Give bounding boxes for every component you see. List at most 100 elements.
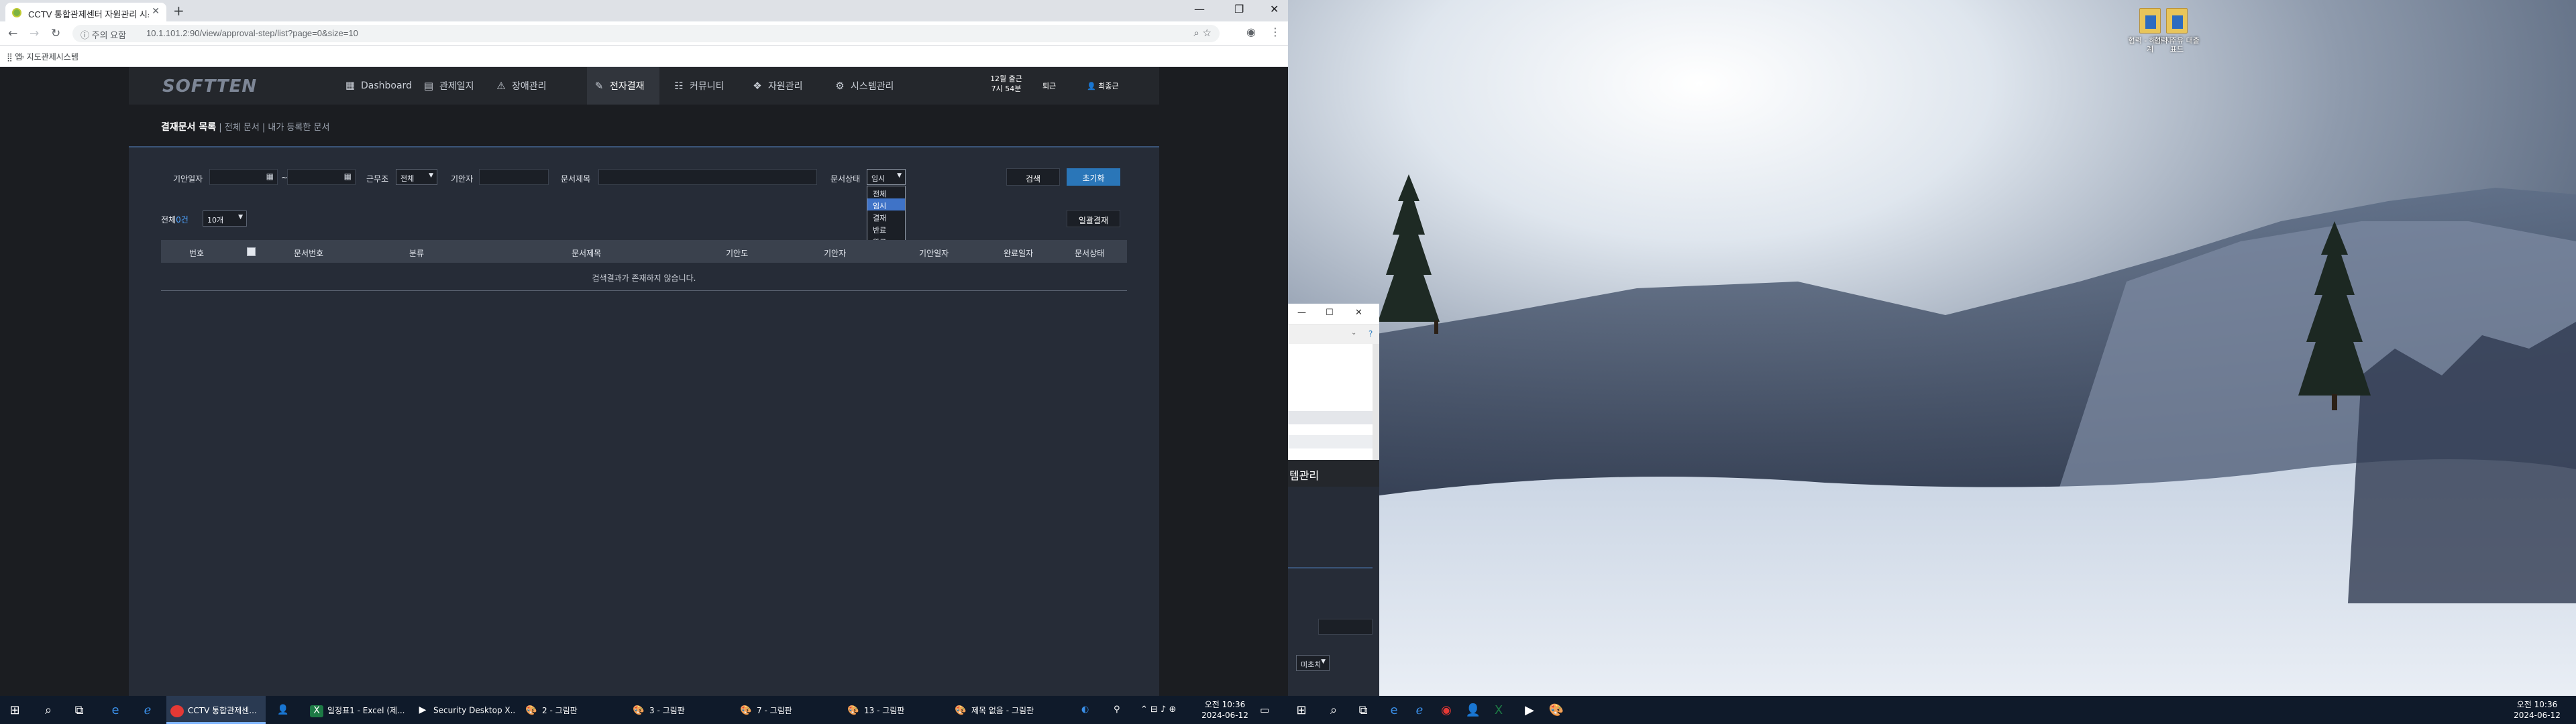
task-view-icon[interactable]: ⧉	[70, 703, 89, 717]
desktop-icon-2[interactable]: 협력 주유 대출표드	[2153, 8, 2200, 54]
status-option-selected[interactable]: 임시	[867, 198, 905, 210]
system-clock[interactable]: 오전 10:36 2024-06-12	[1198, 699, 1252, 721]
back-icon[interactable]: ←	[8, 27, 17, 40]
select-all-checkbox[interactable]	[247, 247, 256, 256]
taskbar-app-label: 7 - 그림판	[757, 706, 792, 715]
taskbar-app-paint-13[interactable]: 🎨 13 - 그림판	[847, 696, 946, 724]
system-clock[interactable]: 오전 10:36 2024-06-12	[2510, 699, 2564, 721]
windows-start-icon[interactable]: ⊞	[1292, 703, 1311, 717]
task-view-icon[interactable]: ⧉	[1354, 703, 1373, 717]
menu-community[interactable]: ☷ 커뮤니티	[672, 67, 724, 105]
tray-overflow-icon[interactable]: ⌃ ⊟ ♪ ⊕	[1140, 705, 1176, 715]
play-icon[interactable]: ▶	[1520, 703, 1539, 717]
col-category[interactable]: 분류	[409, 247, 424, 259]
browser-tab[interactable]: CCTV 통합관제센터 자원관리 시스템 ✕	[5, 3, 166, 21]
close-window-icon[interactable]: ✕	[1270, 3, 1279, 15]
restore-icon[interactable]: ☐	[1326, 308, 1334, 318]
profile-icon[interactable]: ◉	[1246, 25, 1256, 38]
paint-icon[interactable]: 🎨	[1547, 703, 1566, 717]
drafter-input[interactable]	[479, 169, 549, 185]
date-to-input[interactable]: ▦	[287, 169, 356, 185]
status-select[interactable]: 미초치 ▼	[1296, 655, 1330, 671]
menu-icon[interactable]: ⋮	[1270, 25, 1281, 38]
menu-control-log[interactable]: ▤ 관제일지	[422, 67, 474, 105]
doc-title-input[interactable]	[598, 169, 817, 185]
tray-app-icon[interactable]: ◐	[1081, 705, 1089, 715]
user-icon: 👤	[1087, 82, 1099, 90]
reset-button[interactable]: 초기화	[1067, 168, 1120, 186]
col-doc-number[interactable]: 문서번호	[294, 247, 323, 259]
col-complete-date[interactable]: 완료일자	[1004, 247, 1033, 259]
col-draft-type[interactable]: 기안도	[726, 247, 748, 259]
apps-bookmark[interactable]: ⣿ 앱	[7, 51, 22, 62]
minimize-icon[interactable]: —	[1297, 308, 1306, 318]
user-menu[interactable]: 👤 최종근	[1087, 80, 1119, 91]
taskbar-app-user[interactable]: 👤	[276, 696, 303, 724]
security-indicator[interactable]: ⓘ 주의 요함	[80, 28, 126, 41]
page-size-select[interactable]: 10개 ▼	[203, 210, 247, 227]
col-drafter[interactable]: 기안자	[824, 247, 846, 259]
menu-label: 자원관리	[768, 81, 803, 92]
windows-start-icon[interactable]: ⊞	[5, 703, 24, 717]
status-option[interactable]: 전체	[867, 186, 905, 198]
reload-icon[interactable]: ↻	[51, 27, 60, 40]
forward-icon[interactable]: →	[30, 27, 39, 40]
bulk-approve-button[interactable]: 일괄결재	[1067, 210, 1120, 227]
url-text[interactable]: 10.1.101.2:90/view/approval-step/list?pa…	[146, 28, 358, 38]
restore-icon[interactable]: ❐	[1234, 3, 1244, 15]
taskbar-app-security-desktop[interactable]: ▶ Security Desktop X...	[416, 696, 515, 724]
col-draft-date[interactable]: 기안일자	[919, 247, 949, 259]
person-icon[interactable]: 👤	[1464, 703, 1483, 717]
tab-close-icon[interactable]: ✕	[152, 6, 160, 17]
search-icon[interactable]: ⌕	[39, 703, 58, 717]
taskbar-app-paint-2[interactable]: 🎨 2 - 그림판	[525, 696, 624, 724]
bookmark-map-system[interactable]: ▫ 지도관제시스템	[21, 51, 78, 62]
minimize-icon[interactable]: —	[1194, 3, 1205, 15]
ie-icon[interactable]: ℯ	[1410, 703, 1429, 717]
taskbar-app-paint-untitled[interactable]: 🎨 제목 없음 - 그림판	[954, 696, 1053, 724]
checkout-button[interactable]: 퇴근	[1042, 80, 1056, 91]
notification-icon[interactable]: ▭	[1260, 704, 1269, 716]
new-tab-button[interactable]: +	[173, 3, 184, 19]
site-logo[interactable]: SOFTTEN	[162, 76, 257, 97]
taskbar-app-paint-7[interactable]: 🎨 7 - 그림판	[739, 696, 839, 724]
warning-icon: ⚠	[496, 80, 506, 92]
status-option[interactable]: 결재	[867, 210, 905, 223]
taskbar-app-chrome[interactable]: CCTV 통합관제센...	[166, 696, 266, 724]
date-from-input[interactable]: ▦	[209, 169, 278, 185]
status-option[interactable]: 반료	[867, 223, 905, 235]
search-button[interactable]: 검색	[1006, 168, 1060, 186]
taskbar-app-label: CCTV 통합관제센...	[188, 706, 257, 715]
menu-dashboard[interactable]: ▦ Dashboard	[343, 67, 412, 105]
zoom-icon[interactable]: ⌕ ☆	[1193, 27, 1212, 39]
menu-text[interactable]: 템관리	[1289, 467, 1319, 483]
calendar-icon[interactable]: ▦	[344, 172, 352, 181]
taskbar-app-excel[interactable]: X 일정표1 - Excel (제...	[310, 696, 409, 724]
breadcrumb: 결재문서 목록 | 전체 문서 | 내가 등록한 문서	[161, 120, 329, 133]
col-doc-status[interactable]: 문서상태	[1075, 247, 1104, 259]
breadcrumb-sub[interactable]: | 전체 문서 | 내가 등록한 문서	[216, 123, 329, 133]
close-window-icon[interactable]: ✕	[1355, 308, 1362, 318]
calendar-icon[interactable]: ▦	[266, 172, 274, 181]
work-type-select[interactable]: 전체 ▼	[396, 169, 437, 185]
doc-status-select[interactable]: 임시 ▼	[867, 169, 906, 185]
search-icon[interactable]: ⌕	[1324, 703, 1343, 717]
col-number[interactable]: 번호	[189, 247, 204, 259]
chrome-icon[interactable]: ◉	[1437, 703, 1456, 717]
taskbar-app-paint-3[interactable]: 🎨 3 - 그림판	[632, 696, 731, 724]
excel-icon[interactable]: X	[1489, 703, 1508, 717]
tray-person-icon[interactable]: ⚲	[1114, 705, 1120, 715]
edge-icon[interactable]: e	[1385, 703, 1403, 717]
col-doc-title[interactable]: 문서제목	[572, 247, 601, 259]
menu-system-management[interactable]: ⚙ 시스템관리	[833, 67, 894, 105]
edge-icon[interactable]: e	[106, 703, 125, 717]
chevron-down-icon[interactable]: ⌄	[1351, 329, 1356, 337]
address-bar[interactable]: ⓘ 주의 요함 10.1.101.2:90/view/approval-step…	[72, 25, 1220, 42]
help-icon[interactable]: ?	[1368, 329, 1373, 339]
text-input[interactable]	[1318, 619, 1373, 635]
menu-approval[interactable]: ✎ 전자결재	[587, 67, 659, 105]
menu-fault-management[interactable]: ⚠ 장애관리	[494, 67, 546, 105]
menu-label: 시스템관리	[851, 81, 894, 92]
ie-icon[interactable]: ℯ	[138, 703, 157, 717]
menu-resource-management[interactable]: ❖ 자원관리	[751, 67, 803, 105]
